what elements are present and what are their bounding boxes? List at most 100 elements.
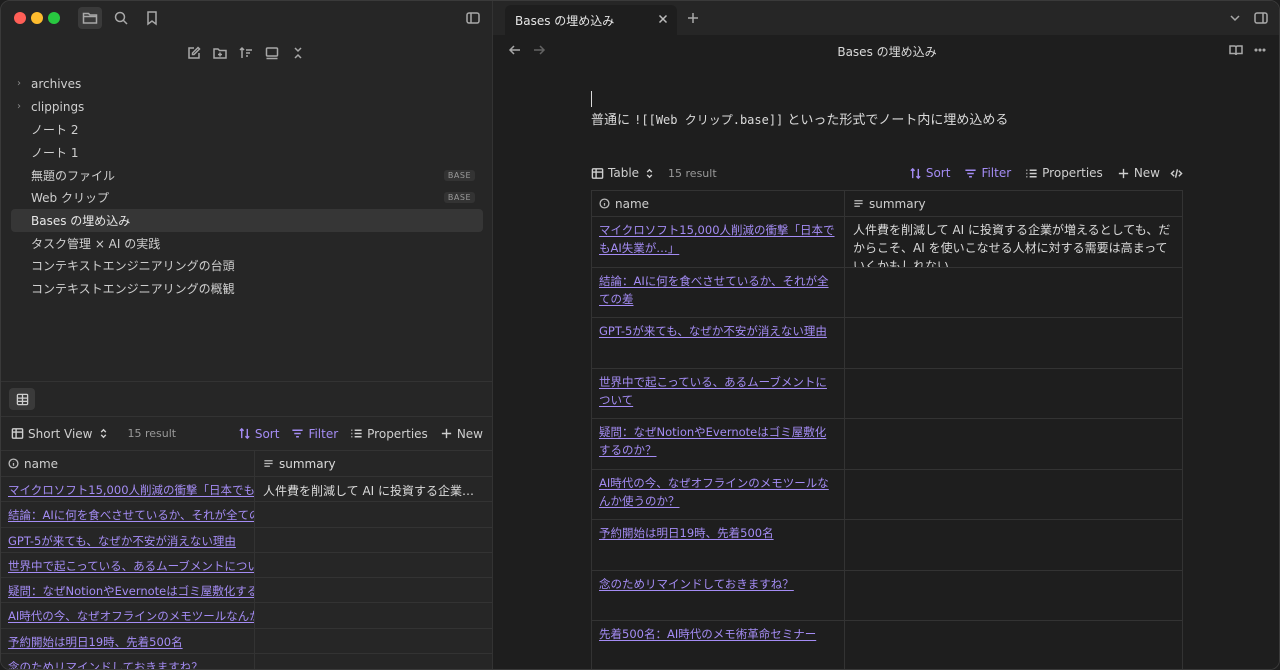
note-link[interactable]: GPT-5が来ても、なぜか不安が消えない理由 — [8, 534, 236, 548]
column-header-summary[interactable]: summary — [845, 191, 1182, 216]
table-row: マイクロソフト15,000人削減の衝撃「日本でもAI失業が…」人件費を削減して … — [592, 217, 1182, 268]
search-icon[interactable] — [109, 7, 133, 29]
name-cell: 予約開始は明日19時、先着500名 — [1, 628, 255, 654]
summary-cell[interactable] — [255, 578, 493, 602]
more-options-icon[interactable] — [1253, 43, 1267, 57]
view-switcher[interactable]: Table — [591, 166, 656, 180]
summary-cell[interactable] — [845, 571, 1182, 621]
summary-cell[interactable] — [845, 520, 1182, 570]
auto-reveal-icon[interactable] — [261, 43, 283, 63]
collapse-all-icon[interactable] — [287, 43, 309, 63]
sort-button[interactable]: Sort — [909, 166, 950, 180]
tree-file[interactable]: Bases の埋め込み — [11, 209, 483, 232]
note-link[interactable]: マイクロソフト15,000人削減の衝撃「日本でもAI失業が…」 — [599, 223, 835, 255]
note-link[interactable]: 予約開始は明日19時、先着500名 — [599, 526, 774, 540]
note-link[interactable]: AI時代の今、なぜオフラインのメモツールなんか使うのか？ — [599, 476, 829, 508]
tree-file[interactable]: Web クリップ BASE — [11, 186, 483, 209]
file-type-badge: BASE — [443, 192, 475, 204]
new-folder-icon[interactable] — [209, 43, 231, 63]
close-window-button[interactable] — [14, 12, 26, 24]
column-header-name[interactable]: name — [592, 191, 845, 216]
tab-list-chevron-icon[interactable] — [1227, 10, 1243, 26]
new-tab-icon[interactable] — [685, 10, 701, 26]
reading-view-icon[interactable] — [1229, 43, 1243, 57]
name-cell: 結論：AIに何を食べさせているか、それが全ての差 — [1, 502, 255, 527]
note-link[interactable]: 疑問：なぜNotionやEvernoteはゴミ屋敷化するのか？ — [599, 425, 826, 457]
note-content[interactable]: 普通に ![[Web クリップ.base]] といった形式でノート内に埋め込める — [591, 91, 1183, 128]
summary-cell[interactable] — [845, 369, 1182, 419]
tab-active-note[interactable]: Bases の埋め込み — [505, 5, 677, 35]
summary-cell[interactable] — [845, 470, 1182, 520]
properties-button[interactable]: Properties — [1025, 166, 1103, 180]
files-icon[interactable] — [78, 7, 102, 29]
view-header: Bases の埋め込み — [493, 35, 1279, 65]
toggle-sidebar-icon[interactable] — [461, 7, 485, 29]
sort-order-icon[interactable] — [235, 43, 257, 63]
filter-button[interactable]: Filter — [291, 427, 338, 441]
summary-cell[interactable] — [255, 528, 493, 552]
note-link[interactable]: 疑問：なぜNotionやEvernoteはゴミ屋敷化するのか？ — [8, 584, 254, 598]
summary-cell[interactable] — [845, 318, 1182, 368]
tree-file[interactable]: タスク管理 × AI の実践 — [11, 232, 483, 255]
minimize-window-button[interactable] — [31, 12, 43, 24]
summary-cell[interactable] — [255, 629, 493, 653]
tree-file[interactable]: ノート 1 — [11, 141, 483, 164]
note-title: Bases の埋め込み — [837, 45, 937, 59]
note-link[interactable]: AI時代の今、なぜオフラインのメモツールなんか使うのか？ — [8, 609, 254, 623]
summary-cell[interactable] — [255, 603, 493, 627]
summary-cell[interactable] — [255, 502, 493, 526]
sidebar-view-toolbar: Short View 15 result Sort Filter Propert… — [1, 416, 493, 450]
summary-cell[interactable] — [845, 268, 1182, 318]
app-window: › archives › clippings ノート 2 ノート 1 無題のファイル BASE… — [0, 0, 1280, 670]
plus-icon — [1118, 168, 1128, 178]
properties-button[interactable]: Properties — [350, 427, 428, 441]
name-cell: 結論：AIに何を食べさせているか、それが全ての差 — [592, 267, 845, 317]
note-link[interactable]: 世界中で起こっている、あるムーブメントについて — [599, 375, 827, 407]
note-link[interactable]: 先着500名：AI時代のメモ術革命セミナー — [599, 627, 816, 641]
chevron-updown-icon — [100, 428, 106, 439]
tree-item-label: Web クリップ — [31, 191, 109, 206]
column-header-summary[interactable]: summary — [255, 451, 493, 476]
tree-file[interactable]: 無題のファイル BASE — [11, 164, 483, 187]
sort-button[interactable]: Sort — [238, 427, 279, 441]
paragraph[interactable]: 普通に ![[Web クリップ.base]] といった形式でノート内に埋め込める — [591, 109, 1183, 128]
tree-file[interactable]: コンテキストエンジニアリングの概観 — [11, 277, 483, 300]
tree-file[interactable]: コンテキストエンジニアリングの台頭 — [11, 255, 483, 278]
column-header-name[interactable]: name — [1, 451, 255, 476]
tree-file[interactable]: ノート 2 — [11, 118, 483, 141]
bookmark-icon[interactable] — [140, 7, 164, 29]
new-label: New — [1133, 166, 1160, 180]
note-link[interactable]: 念のためリマインドしておきますね？ — [8, 660, 203, 669]
note-link[interactable]: GPT-5が来ても、なぜか不安が消えない理由 — [599, 324, 827, 338]
summary-cell[interactable] — [255, 654, 493, 669]
tree-folder[interactable]: › archives — [11, 73, 483, 96]
summary-cell[interactable] — [845, 621, 1182, 669]
note-link[interactable]: 念のためリマインドしておきますね？ — [599, 577, 794, 591]
new-button[interactable]: New — [440, 427, 483, 441]
note-link[interactable]: 世界中で起こっている、あるムーブメントについて — [8, 559, 254, 573]
tree-folder[interactable]: › clippings — [11, 96, 483, 119]
table-row: 世界中で起こっている、あるムーブメントについて — [1, 552, 493, 579]
new-button[interactable]: New — [1117, 166, 1160, 180]
note-link[interactable]: 結論：AIに何を食べさせているか、それが全ての差 — [599, 274, 829, 306]
zoom-window-button[interactable] — [48, 12, 60, 24]
note-link[interactable]: マイクロソフト15,000人削減の衝撃「日本でもAI失業が…」 — [8, 483, 254, 497]
code-view-icon[interactable] — [1170, 167, 1183, 180]
name-cell: GPT-5が来ても、なぜか不安が消えない理由 — [1, 527, 255, 552]
summary-cell[interactable]: 人件費を削減して AI に投資する企業が増えるとしても、だからこそ、AI を使い… — [845, 217, 1182, 267]
view-switcher[interactable]: Short View — [11, 427, 110, 441]
summary-cell[interactable] — [255, 553, 493, 577]
new-note-icon[interactable] — [183, 43, 205, 63]
chevron-right-icon[interactable]: › — [17, 101, 25, 112]
filter-button[interactable]: Filter — [964, 166, 1011, 180]
right-sidebar-toggle-icon[interactable] — [1253, 10, 1269, 26]
bases-table-icon[interactable] — [9, 388, 35, 410]
chevron-right-icon[interactable]: › — [17, 79, 25, 89]
close-tab-icon[interactable] — [657, 13, 669, 25]
note-link[interactable]: 結論：AIに何を食べさせているか、それが全ての差 — [8, 508, 254, 522]
note-link[interactable]: 予約開始は明日19時、先着500名 — [8, 635, 183, 649]
list-icon — [1026, 169, 1037, 177]
summary-cell[interactable] — [845, 419, 1182, 469]
table-header-row: name summary — [1, 450, 493, 477]
summary-cell[interactable]: 人件費を削減して AI に投資する企業が増えるとしても、だからこそ、AI を使い… — [255, 477, 493, 501]
